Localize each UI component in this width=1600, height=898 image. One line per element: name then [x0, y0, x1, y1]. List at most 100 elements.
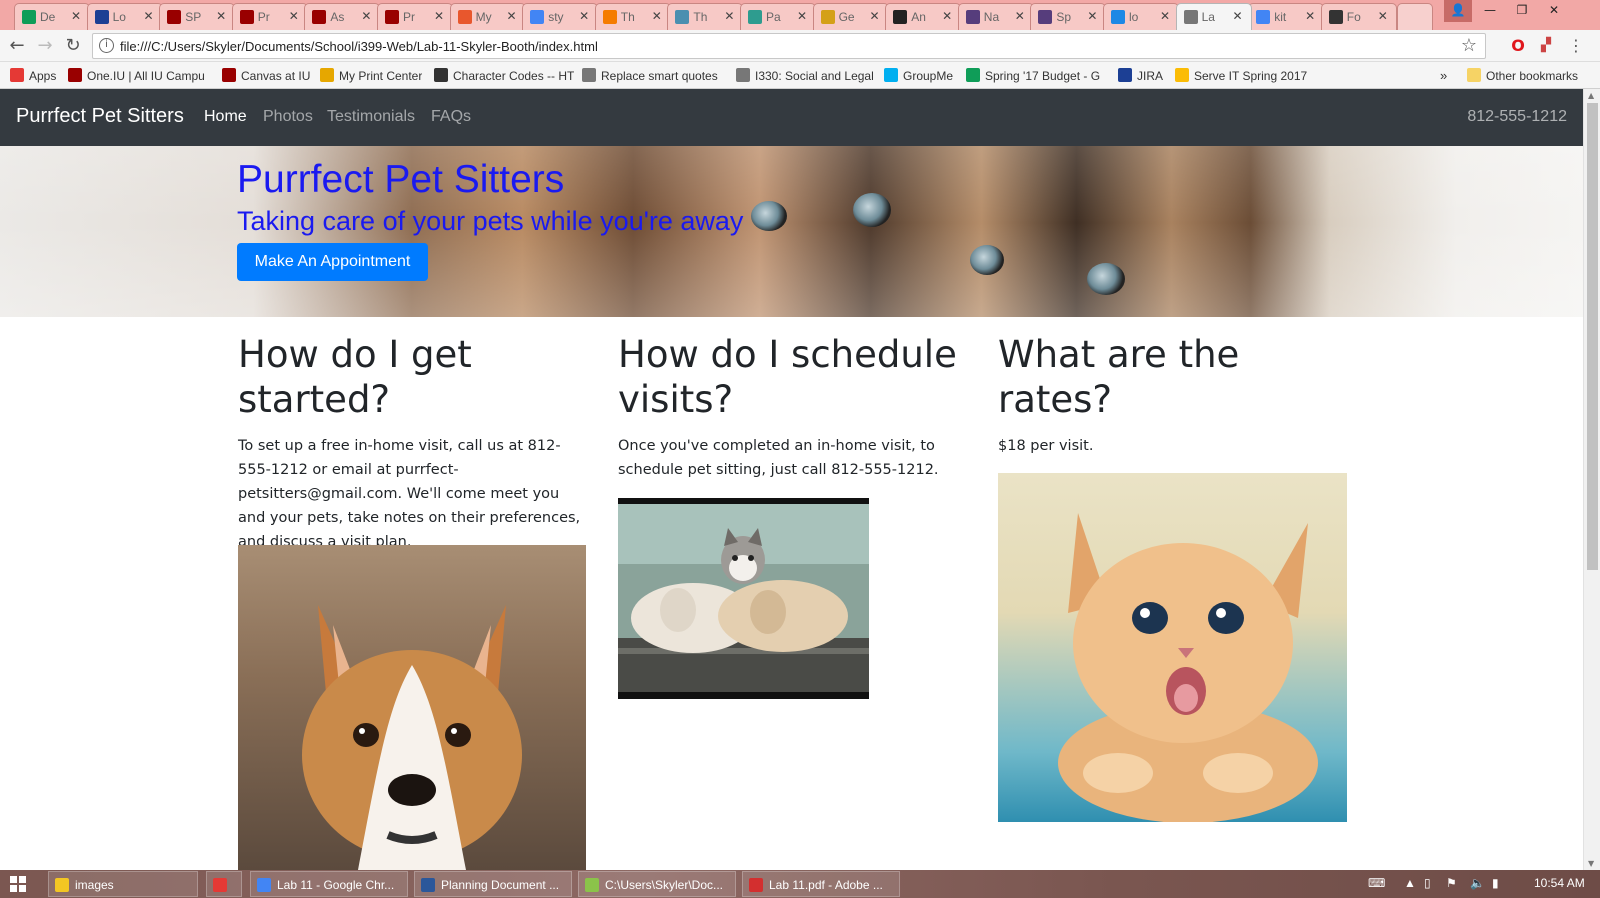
- reload-icon[interactable]: ↻: [61, 34, 85, 58]
- browser-tab[interactable]: Th ✕: [667, 3, 744, 30]
- bookmark-item[interactable]: Canvas at IU: [222, 67, 310, 85]
- nav-faqs[interactable]: FAQs: [431, 108, 471, 126]
- restore-icon[interactable]: ❐: [1508, 0, 1536, 22]
- browser-tab[interactable]: De ✕: [14, 3, 90, 30]
- bookmark-item[interactable]: My Print Center: [320, 67, 422, 85]
- close-tab-icon[interactable]: ✕: [652, 9, 662, 23]
- browser-tab[interactable]: Pr ✕: [377, 3, 453, 30]
- tab-title: Sp: [1056, 10, 1072, 24]
- close-tab-icon[interactable]: ✕: [361, 9, 371, 23]
- browser-tab[interactable]: kit ✕: [1248, 3, 1325, 30]
- windows-start-icon[interactable]: [10, 876, 26, 892]
- close-tab-icon[interactable]: ✕: [71, 9, 81, 23]
- browser-tab[interactable]: Fo ✕: [1320, 3, 1397, 30]
- bookmark-star-icon[interactable]: ☆: [1461, 35, 1477, 56]
- close-tab-icon[interactable]: ✕: [507, 9, 517, 23]
- bookmark-item[interactable]: Character Codes -- HT: [434, 67, 574, 85]
- faq-column: How do I get started? To set up a free i…: [238, 332, 588, 554]
- nav-home[interactable]: Home: [204, 108, 247, 126]
- taskbar-item[interactable]: C:\Users\Skyler\Doc...: [578, 871, 736, 897]
- bootstrap-icon: [1038, 10, 1053, 24]
- scroll-up-icon[interactable]: ▲: [1588, 91, 1594, 100]
- browser-tab[interactable]: sty ✕: [522, 3, 599, 30]
- menu-icon[interactable]: ⋮: [1566, 36, 1586, 56]
- new-tab-button[interactable]: [1397, 3, 1434, 30]
- user-profile-icon[interactable]: 👤: [1444, 0, 1472, 22]
- close-tab-icon[interactable]: ✕: [434, 9, 444, 23]
- network-icon[interactable]: ▮: [1492, 876, 1499, 890]
- browser-tab[interactable]: Sp ✕: [1030, 3, 1107, 30]
- browser-tab[interactable]: My ✕: [449, 3, 526, 30]
- bookmark-item[interactable]: Replace smart quotes: [582, 67, 718, 85]
- browser-tab[interactable]: As ✕: [304, 3, 381, 30]
- notification-flag-icon[interactable]: ⚑: [1446, 876, 1457, 890]
- browser-tab[interactable]: Ge ✕: [812, 3, 889, 30]
- url-text[interactable]: file:///C:/Users/Skyler/Documents/School…: [120, 39, 598, 54]
- close-tab-icon[interactable]: ✕: [1378, 9, 1388, 23]
- hero-subtitle: Taking care of your pets while you're aw…: [237, 206, 744, 236]
- more-bookmarks-icon[interactable]: »: [1440, 67, 1447, 85]
- orange-kitten-photo: [998, 473, 1347, 822]
- nav-testimonials[interactable]: Testimonials: [327, 108, 415, 126]
- close-tab-icon[interactable]: ✕: [797, 9, 807, 23]
- s-icon: [457, 10, 472, 24]
- close-tab-icon[interactable]: ✕: [942, 9, 952, 23]
- browser-tab[interactable]: Na ✕: [957, 3, 1034, 30]
- close-tab-icon[interactable]: ✕: [724, 9, 734, 23]
- browser-tab[interactable]: An ✕: [885, 3, 962, 30]
- close-tab-icon[interactable]: ✕: [870, 9, 880, 23]
- volume-icon[interactable]: 🔈: [1470, 876, 1485, 890]
- browser-tab[interactable]: Pr ✕: [231, 3, 308, 30]
- close-tab-icon[interactable]: ✕: [1015, 9, 1025, 23]
- bookmark-item[interactable]: GroupMe: [884, 67, 953, 85]
- keyboard-icon[interactable]: ⌨: [1368, 876, 1385, 890]
- bookmark-item[interactable]: JIRA: [1118, 67, 1163, 85]
- page-scrollbar[interactable]: ▲ ▼: [1583, 89, 1600, 870]
- back-icon[interactable]: ←: [5, 34, 29, 58]
- close-tab-icon[interactable]: ✕: [216, 9, 226, 23]
- taskbar-item[interactable]: Lab 11.pdf - Adobe ...: [742, 871, 900, 897]
- make-appointment-button[interactable]: Make An Appointment: [237, 243, 428, 281]
- clock[interactable]: 10:54 AM: [1534, 876, 1585, 890]
- info-icon[interactable]: i: [99, 38, 114, 53]
- close-tab-icon[interactable]: ✕: [144, 9, 154, 23]
- scroll-thumb[interactable]: [1587, 103, 1598, 570]
- tab-title: lo: [1129, 10, 1139, 24]
- other-bookmarks[interactable]: Other bookmarks: [1467, 67, 1578, 85]
- show-hidden-icons-icon[interactable]: ▲: [1404, 876, 1416, 890]
- close-window-icon[interactable]: ✕: [1540, 0, 1568, 22]
- close-tab-icon[interactable]: ✕: [1233, 9, 1243, 23]
- taskbar-item[interactable]: images: [48, 871, 198, 897]
- opera-extension-icon[interactable]: O: [1508, 36, 1528, 56]
- bookmark-item[interactable]: I330: Social and Legal: [736, 67, 874, 85]
- close-tab-icon[interactable]: ✕: [1087, 9, 1097, 23]
- bookmarks-bar: Apps One.IU | All IU Campu Canvas at IU My …: [0, 62, 1600, 89]
- nav-photos[interactable]: Photos: [263, 108, 313, 126]
- minimize-icon[interactable]: —: [1476, 0, 1504, 22]
- address-bar[interactable]: i file:///C:/Users/Skyler/Documents/Scho…: [92, 33, 1486, 59]
- close-tab-icon[interactable]: ✕: [1305, 9, 1315, 23]
- taskbar-item[interactable]: [206, 871, 242, 897]
- bookmark-item[interactable]: Serve IT Spring 2017: [1175, 67, 1307, 85]
- bookmark-item[interactable]: Apps: [10, 67, 56, 85]
- battery-icon[interactable]: ▯: [1424, 876, 1431, 890]
- faq-text: To set up a free in-home visit, call us …: [238, 438, 581, 550]
- close-tab-icon[interactable]: ✕: [579, 9, 589, 23]
- scroll-down-icon[interactable]: ▼: [1588, 859, 1594, 868]
- site-brand[interactable]: Purrfect Pet Sitters: [16, 105, 184, 128]
- browser-tab[interactable]: La ✕: [1175, 3, 1252, 30]
- browser-tab[interactable]: Pa ✕: [740, 3, 816, 30]
- browser-tab[interactable]: Lo ✕: [86, 3, 163, 30]
- bookmark-item[interactable]: Spring '17 Budget - G: [966, 67, 1100, 85]
- taskbar-item[interactable]: Planning Document ...: [414, 871, 572, 897]
- browser-tab[interactable]: Th ✕: [594, 3, 671, 30]
- browser-tab[interactable]: lo ✕: [1103, 3, 1179, 30]
- close-tab-icon[interactable]: ✕: [1160, 9, 1170, 23]
- close-tab-icon[interactable]: ✕: [289, 9, 299, 23]
- bookmark-item[interactable]: One.IU | All IU Campu: [68, 67, 205, 85]
- p-icon: [748, 10, 762, 24]
- taskbar-item[interactable]: Lab 11 - Google Chr...: [250, 871, 408, 897]
- pdf-extension-icon[interactable]: ▞: [1536, 36, 1556, 56]
- forward-icon[interactable]: →: [33, 34, 57, 58]
- browser-tab[interactable]: SP ✕: [159, 3, 236, 30]
